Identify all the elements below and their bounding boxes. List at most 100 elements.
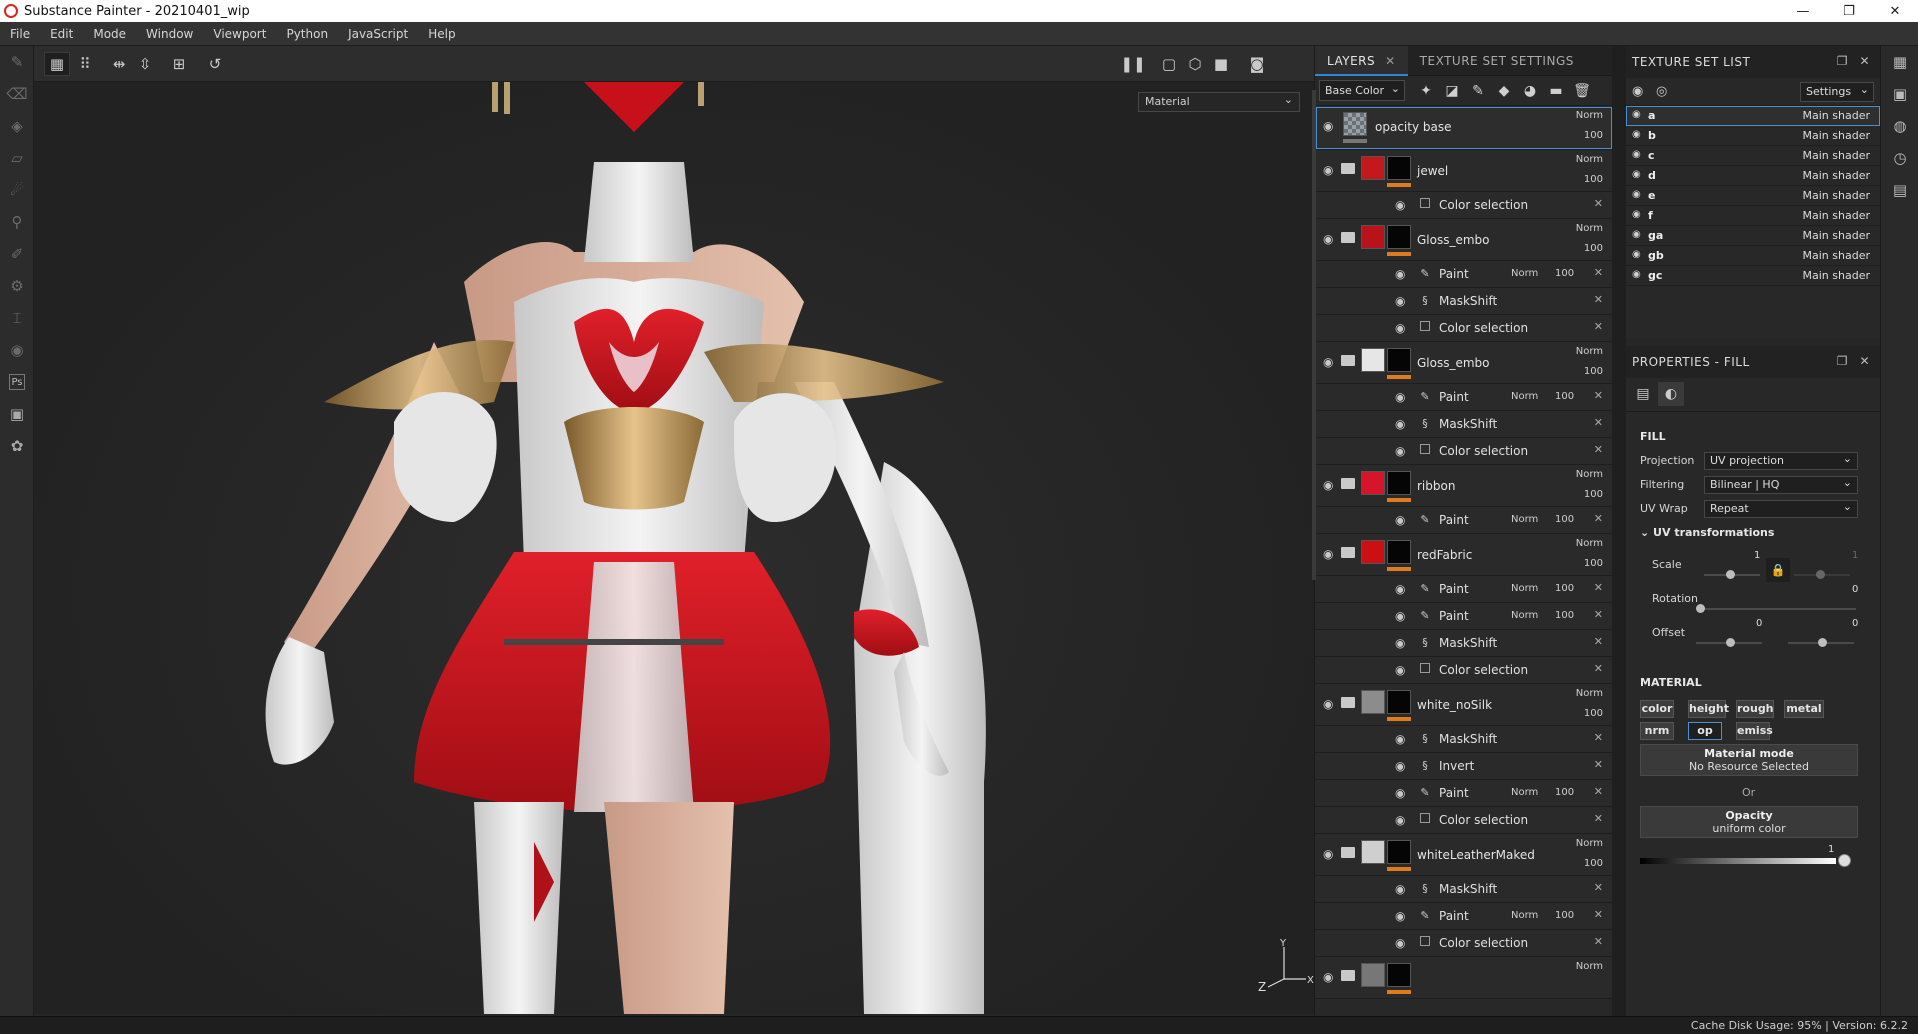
eraser-icon[interactable]: ⌫ <box>0 78 34 110</box>
eye-icon[interactable]: ◉ <box>1323 119 1333 133</box>
measure-icon[interactable]: ⌶ <box>0 302 34 334</box>
tab-layers[interactable]: LAYERS ✕ <box>1315 45 1408 76</box>
texture-set-settings-dropdown[interactable]: Settings <box>1800 82 1874 102</box>
shader-name[interactable]: Main shader <box>1803 129 1870 142</box>
sub-layer-row[interactable]: ◉ ✎ Paint Norm 100 ✕ <box>1315 603 1613 630</box>
sub-opacity[interactable]: 100 <box>1555 910 1574 921</box>
opacity-uniform-button[interactable]: Opacity uniform color <box>1640 806 1858 838</box>
eye-icon[interactable]: ◉ <box>1395 267 1405 281</box>
frame-icon[interactable]: ⊞ <box>166 52 192 76</box>
sub-opacity[interactable]: 100 <box>1555 514 1574 525</box>
offset-slider-b-handle[interactable] <box>1818 638 1827 647</box>
channel-button-metal[interactable]: metal <box>1784 700 1824 718</box>
shader-name[interactable]: Main shader <box>1803 149 1870 162</box>
sub-layer-row[interactable]: ◉ ✎ Paint Norm 100 ✕ <box>1315 576 1613 603</box>
uvwrap-select[interactable]: Repeat <box>1704 500 1858 518</box>
sub-opacity[interactable]: 100 <box>1555 610 1574 621</box>
texture-set-row[interactable]: ◉ ga Main shader <box>1626 226 1880 246</box>
add-effect-icon[interactable]: ✦ <box>1413 83 1439 99</box>
opacity-slider[interactable] <box>1640 858 1836 864</box>
texture-set-icon[interactable]: ▦ <box>1881 46 1918 78</box>
menu-javascript[interactable]: JavaScript <box>338 27 418 41</box>
channel-button-nrm[interactable]: nrm <box>1640 722 1674 740</box>
sub-layer-row[interactable]: ◉ Color selection ✕ <box>1315 807 1613 834</box>
sub-layer-row[interactable]: ◉ Color selection ✕ <box>1315 192 1613 219</box>
eye-icon[interactable]: ◉ <box>1395 882 1405 896</box>
blend-mode-select[interactable]: Norm <box>1576 688 1603 699</box>
sub-blend-mode[interactable]: Norm <box>1511 268 1538 279</box>
eye-icon[interactable]: ◉ <box>1395 759 1405 773</box>
sub-layer-row[interactable]: ◉ Color selection ✕ <box>1315 438 1613 465</box>
eye-icon[interactable]: ◉ <box>1632 229 1641 240</box>
offset-slider-a-handle[interactable] <box>1726 638 1735 647</box>
layer-row[interactable]: ◉ redFabric Norm 100 <box>1315 534 1613 576</box>
plugin-icon[interactable]: ✿ <box>0 430 34 462</box>
eye-icon[interactable]: ◉ <box>1395 732 1405 746</box>
close-icon[interactable]: ✕ <box>1594 935 1603 948</box>
eye-icon[interactable]: ◉ <box>1632 189 1641 200</box>
eye-icon[interactable]: ◉ <box>1632 269 1641 280</box>
shader-name[interactable]: Main shader <box>1803 189 1870 202</box>
scale-slider-a-handle[interactable] <box>1726 570 1735 579</box>
close-icon[interactable]: ✕ <box>1594 608 1603 621</box>
eye-icon[interactable]: ◉ <box>1395 663 1405 677</box>
texture-set-row[interactable]: ◉ c Main shader <box>1626 146 1880 166</box>
add-folder-icon[interactable]: ▬ <box>1543 83 1569 99</box>
view-3d-icon[interactable]: ⬡ <box>1182 52 1208 76</box>
polygon-fill-icon[interactable]: ▱ <box>0 142 34 174</box>
layers-scrollbar[interactable] <box>1312 90 1316 580</box>
eye-icon[interactable]: ◉ <box>1632 169 1641 180</box>
layer-opacity[interactable]: 100 <box>1584 858 1603 869</box>
layer-row[interactable]: ◉ Gloss_embo Norm 100 <box>1315 219 1613 261</box>
add-mask-icon[interactable]: ◪ <box>1439 83 1465 99</box>
blend-mode-select[interactable]: Norm <box>1576 961 1603 972</box>
texture-set-row[interactable]: ◉ e Main shader <box>1626 186 1880 206</box>
shader-name[interactable]: Main shader <box>1803 169 1870 182</box>
float-panel-icon[interactable]: ❐ <box>1837 54 1848 68</box>
sub-layer-row[interactable]: ◉ § MaskShift ✕ <box>1315 288 1613 315</box>
layer-opacity[interactable]: 100 <box>1584 489 1603 500</box>
blend-mode-select[interactable]: Norm <box>1576 346 1603 357</box>
add-fill-layer-icon[interactable]: ◆ <box>1491 83 1517 99</box>
sub-layer-row[interactable]: ◉ ✎ Paint Norm 100 ✕ <box>1315 384 1613 411</box>
close-icon[interactable]: ✕ <box>1594 881 1603 894</box>
close-icon[interactable]: ✕ <box>1594 662 1603 675</box>
fill-properties-tab-icon[interactable]: ▤ <box>1630 382 1656 406</box>
eye-icon[interactable]: ◉ <box>1395 813 1405 827</box>
blend-mode-select[interactable]: Norm <box>1576 154 1603 165</box>
sub-blend-mode[interactable]: Norm <box>1511 787 1538 798</box>
minimize-button[interactable]: — <box>1780 0 1826 22</box>
menu-window[interactable]: Window <box>136 27 203 41</box>
layer-row[interactable]: ◉ jewel Norm 100 <box>1315 150 1613 192</box>
eye-icon[interactable]: ◉ <box>1323 547 1333 561</box>
sub-blend-mode[interactable]: Norm <box>1511 583 1538 594</box>
close-icon[interactable]: ✕ <box>1594 581 1603 594</box>
sub-layer-row[interactable]: ◉ Color selection ✕ <box>1315 315 1613 342</box>
pause-icon[interactable]: ❚❚ <box>1120 52 1146 76</box>
mirror-x-icon[interactable]: ⇹ <box>106 52 132 76</box>
sub-opacity[interactable]: 100 <box>1555 583 1574 594</box>
maximize-button[interactable]: ❐ <box>1826 0 1872 22</box>
channel-button-emiss[interactable]: emiss <box>1736 722 1773 740</box>
layer-opacity[interactable]: 100 <box>1584 708 1603 719</box>
channel-select[interactable]: Base Color <box>1319 80 1405 101</box>
close-icon[interactable]: ✕ <box>1594 293 1603 306</box>
close-icon[interactable]: ✕ <box>1594 812 1603 825</box>
close-icon[interactable]: ✕ <box>1594 443 1603 456</box>
eye-icon[interactable]: ◉ <box>1395 609 1405 623</box>
close-icon[interactable]: ✕ <box>1594 785 1603 798</box>
eye-icon[interactable]: ◉ <box>1323 355 1333 369</box>
log-icon[interactable]: ▤ <box>1881 174 1918 206</box>
texture-set-row[interactable]: ◉ d Main shader <box>1626 166 1880 186</box>
eye-icon[interactable]: ◉ <box>1395 582 1405 596</box>
blend-mode-select[interactable]: Norm <box>1576 223 1603 234</box>
sub-layer-row[interactable]: ◉ § MaskShift ✕ <box>1315 630 1613 657</box>
eye-icon[interactable]: ◉ <box>1395 321 1405 335</box>
smudge-icon[interactable]: ☄ <box>0 174 34 206</box>
channel-button-rough[interactable]: rough <box>1736 700 1774 718</box>
sub-opacity[interactable]: 100 <box>1555 391 1574 402</box>
shader-name[interactable]: Main shader <box>1803 249 1870 262</box>
color-picker-icon[interactable]: ✐ <box>0 238 34 270</box>
close-icon[interactable]: ✕ <box>1859 354 1870 368</box>
photoshop-export-icon[interactable]: Ps <box>9 374 25 390</box>
